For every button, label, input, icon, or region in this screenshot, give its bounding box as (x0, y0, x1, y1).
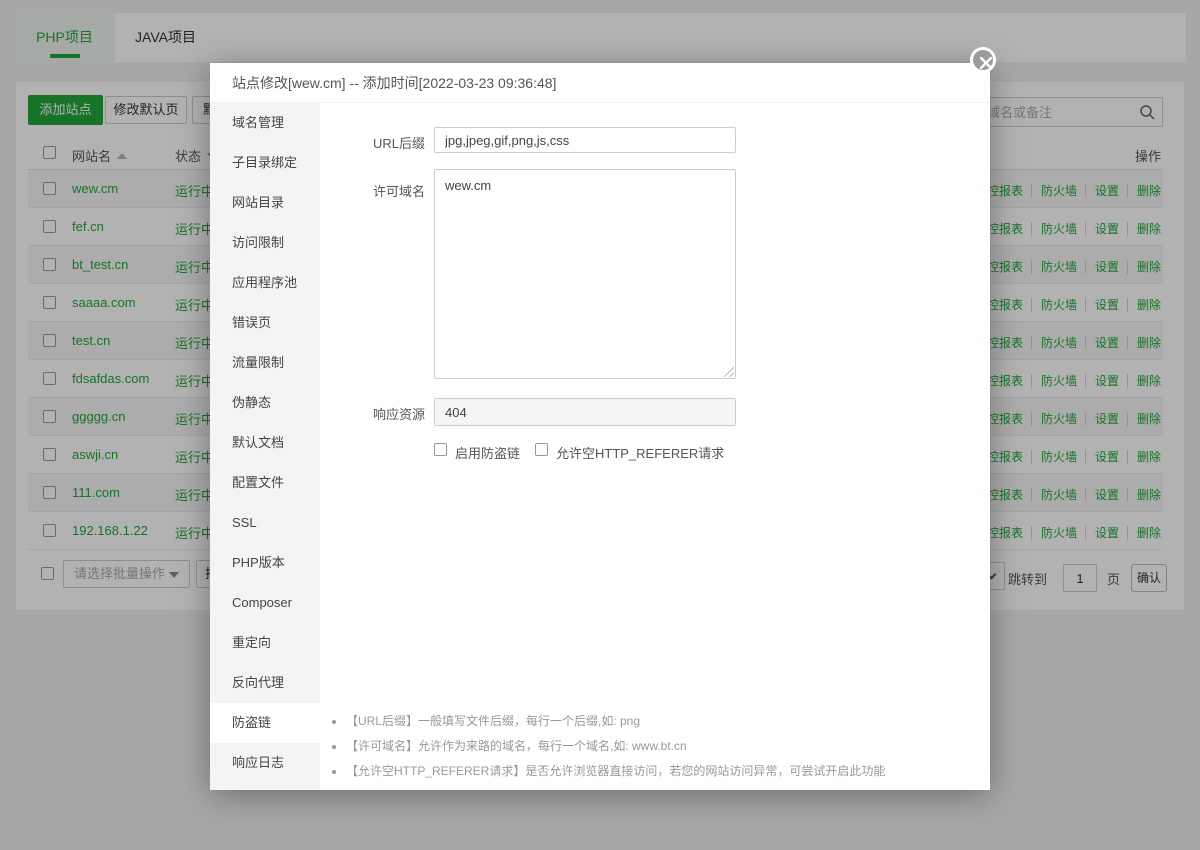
sidebar-item-default-doc[interactable]: 默认文档 (210, 423, 320, 463)
close-button[interactable] (970, 47, 996, 73)
sidebar-item-domain-manage[interactable]: 域名管理 (210, 103, 320, 143)
modal-title: 站点修改[wew.cm] -- 添加时间[2022-03-23 09:36:48… (210, 63, 990, 103)
response-resource-label: 响应资源 (320, 404, 425, 423)
tip-url-suffix: 【URL后缀】一般填写文件后缀，每行一个后缀,如: png (346, 709, 885, 734)
allow-empty-referer-checkbox[interactable] (535, 443, 548, 456)
sidebar-item-rewrite[interactable]: 伪静态 (210, 383, 320, 423)
sidebar-item-subdir-bind[interactable]: 子目录绑定 (210, 143, 320, 183)
site-modify-modal: 站点修改[wew.cm] -- 添加时间[2022-03-23 09:36:48… (210, 63, 990, 790)
url-suffix-label: URL后缀 (320, 133, 425, 152)
sidebar-item-composer[interactable]: Composer (210, 583, 320, 623)
sidebar-item-error-page[interactable]: 错误页 (210, 303, 320, 343)
sidebar-item-ssl[interactable]: SSL (210, 503, 320, 543)
response-resource-input[interactable] (434, 398, 736, 426)
help-tips: 【URL后缀】一般填写文件后缀，每行一个后缀,如: png 【许可域名】允许作为… (346, 709, 885, 784)
tip-allow-domain: 【许可域名】允许作为来路的域名，每行一个域名,如: www.bt.cn (346, 734, 885, 759)
sidebar-item-redirect[interactable]: 重定向 (210, 623, 320, 663)
allow-empty-referer-label: 允许空HTTP_REFERER请求 (556, 443, 724, 462)
sidebar-item-traffic-limit[interactable]: 流量限制 (210, 343, 320, 383)
allow-domain-textarea[interactable]: wew.cm (434, 169, 736, 379)
modal-sidebar: 域名管理 子目录绑定 网站目录 访问限制 应用程序池 错误页 流量限制 伪静态 … (210, 103, 320, 790)
enable-hotlink-label: 启用防盗链 (455, 443, 520, 462)
sidebar-item-reverse-proxy[interactable]: 反向代理 (210, 663, 320, 703)
enable-hotlink-checkbox[interactable] (434, 443, 447, 456)
sidebar-item-config-file[interactable]: 配置文件 (210, 463, 320, 503)
tip-empty-referer: 【允许空HTTP_REFERER请求】是否允许浏览器直接访问，若您的网站访问异常… (346, 759, 885, 784)
close-icon (977, 54, 995, 72)
sidebar-item-php-version[interactable]: PHP版本 (210, 543, 320, 583)
sidebar-item-hotlink-protection[interactable]: 防盗链 (210, 703, 320, 743)
sidebar-item-access-limit[interactable]: 访问限制 (210, 223, 320, 263)
allow-domain-label: 许可域名 (320, 181, 425, 200)
sidebar-item-response-log[interactable]: 响应日志 (210, 743, 320, 783)
sidebar-item-app-pool[interactable]: 应用程序池 (210, 263, 320, 303)
url-suffix-input[interactable] (434, 127, 736, 153)
sidebar-item-site-directory[interactable]: 网站目录 (210, 183, 320, 223)
page: PHP项目 JAVA项目 添加站点 修改默认页 默 网站名 状态 操作 (0, 0, 1200, 850)
